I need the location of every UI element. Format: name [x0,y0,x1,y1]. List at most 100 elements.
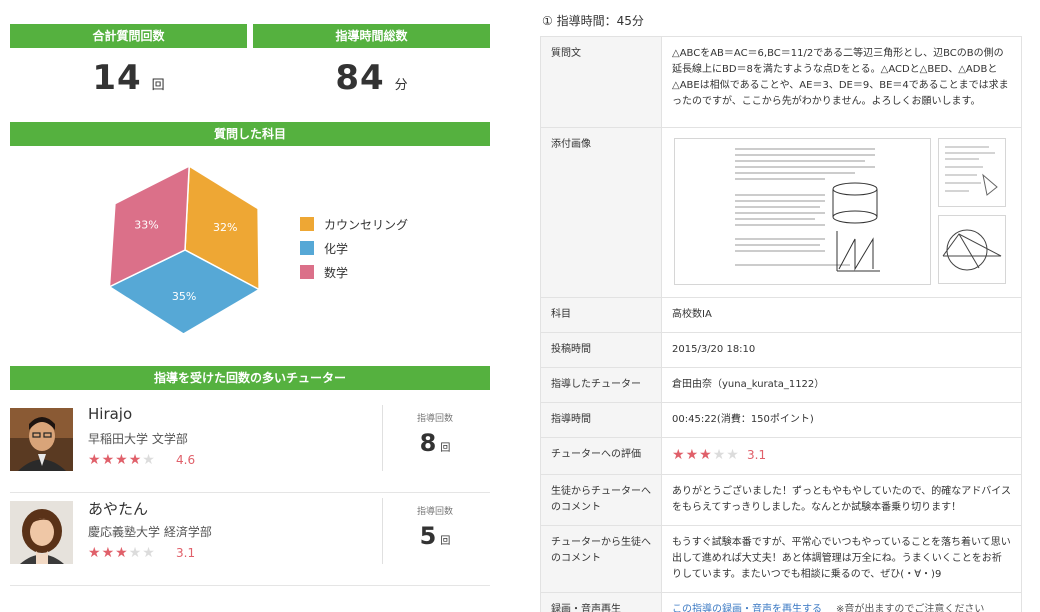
stats-panel: 合計質問回数 指導時間総数 14 回 84 分 質問した科目 32% 35% 33% カ… [10,0,490,612]
detail-row-subject: 科目 高校数ⅠA [540,297,1022,333]
divider [382,405,383,471]
tutor-comment: もうすぐ試験本番ですが、平常心でいつもやっていることを落ち着いて思い出して進めれ… [661,525,1022,593]
session-count-value: 5 [419,522,437,550]
detail-row-time: 指導時間 00:45:22(消費：150ポイント) [540,402,1022,438]
detail-row-attachment: 添付画像 [540,127,1022,298]
detail-row-student-comment: 生徒からチューターへのコメント ありがとうございました！ずっともやもやしていたの… [540,474,1022,526]
session-detail-panel: ① 指導時間：45分 質問文 △ABCをAB＝AC＝6,BC＝11/2である二等… [540,0,1022,612]
tutor-label: 指導したチューター [540,367,662,403]
total-questions-unit: 回 [151,78,165,93]
subject-value: 高校数ⅠA [661,297,1022,333]
legend-item-math: 数学 [300,260,408,284]
star-icon: ★ [115,545,129,561]
total-minutes-stat: 84 分 [253,58,490,108]
subjects-header: 質問した科目 [10,122,490,146]
tutor-avatar[interactable] [10,408,73,471]
tutor-school: 慶応義塾大学 経済学部 [88,525,212,539]
tutor-rating-stars: ★★★★★ [88,452,156,468]
star-icon: ★ [685,447,700,463]
star-icon: ★ [88,452,102,468]
attachment-image-thumb-1[interactable] [938,138,1006,207]
replay-cell: この指導の録画・音声を再生する ※音が出ますのでご注意ください [661,592,1022,612]
tutor-avatar[interactable] [10,501,73,564]
legend-swatch [300,265,314,279]
legend-item-chemistry: 化学 [300,236,408,260]
replay-link[interactable]: この指導の録画・音声を再生する [672,604,822,612]
attachment-images [661,127,1022,298]
star-icon: ★ [101,452,116,468]
total-minutes-unit: 分 [394,78,408,93]
posted-label: 投稿時間 [540,332,662,368]
attachment-image-thumb-2[interactable] [938,215,1006,284]
star-icon: ★ [142,545,156,561]
star-icon: ★ [712,447,727,463]
star-icon: ★ [128,545,143,561]
session-count-unit: 回 [440,536,451,547]
star-icon: ★ [88,545,102,561]
student-comment: ありがとうございました！ずっともやもやしていたので、的確なアドバイスをもらえてす… [661,474,1022,526]
star-icon: ★ [101,545,116,561]
tutor-card[interactable]: Hirajo 早稲田大学 文学部 ★★★★★ 4.6 指導回数 8回 [10,405,490,493]
tutor-rating-value: 4.6 [176,453,196,467]
total-questions-stat: 14 回 [10,58,247,108]
detail-row-tutor-comment: チューターから生徒へのコメント もうすぐ試験本番ですが、平常心でいつもやっている… [540,525,1022,593]
tutor-comment-label: チューターから生徒へのコメント [540,525,662,593]
attachment-image-main[interactable] [674,138,931,285]
subjects-legend: カウンセリング 化学 数学 [300,212,408,284]
tutor-name[interactable]: あやたん [88,498,148,519]
legend-label: 化学 [324,241,349,256]
pie-slice-label: 33% [134,219,158,232]
legend-swatch [300,217,314,231]
tutor-name[interactable]: Hirajo [88,405,132,423]
star-icon: ★ [699,447,713,463]
detail-row-question: 質問文 △ABCをAB＝AC＝6,BC＝11/2である二等辺三角形とし、辺BCの… [540,36,1022,128]
time-label: 指導時間 [540,402,662,438]
pie-slice-label: 35% [172,290,196,303]
session-count-unit: 回 [440,443,451,454]
rating-cell: ★★★★★ 3.1 [661,437,1022,475]
total-questions-value: 14 [92,58,142,98]
total-questions-header: 合計質問回数 [10,24,247,48]
legend-swatch [300,241,314,255]
detail-row-replay: 録画・音声再生 この指導の録画・音声を再生する ※音が出ますのでご注意ください [540,592,1022,612]
rating-value: 3.1 [747,448,767,462]
star-icon: ★ [142,452,156,468]
question-label: 質問文 [540,36,662,128]
subject-label: 科目 [540,297,662,333]
total-minutes-value: 84 [335,58,385,98]
time-value: 00:45:22(消費：150ポイント) [661,402,1022,438]
detail-row-tutor: 指導したチューター 倉田由奈（yuna_kurata_1122） [540,367,1022,403]
star-icon: ★ [115,452,129,468]
question-text: △ABCをAB＝AC＝6,BC＝11/2である二等辺三角形とし、辺BCのBの側の… [661,36,1022,128]
tutor-school: 早稲田大学 文学部 [88,432,188,446]
star-icon: ★ [128,452,143,468]
subjects-pie-chart: 32% 35% 33% [107,165,261,335]
star-icon: ★ [672,447,686,463]
session-count-label: 指導回数 [416,414,453,424]
posted-value: 2015/3/20 18:10 [661,332,1022,368]
tutor-card[interactable]: あやたん 慶応義塾大学 経済学部 ★★★★★ 3.1 指導回数 5回 [10,498,490,586]
rating-stars: ★★★★★ [672,447,740,463]
tutor-rating-stars: ★★★★★ [88,545,156,561]
total-minutes-header: 指導時間総数 [253,24,490,48]
session-detail-table: 質問文 △ABCをAB＝AC＝6,BC＝11/2である二等辺三角形とし、辺BCの… [540,36,1022,612]
top-tutors-header: 指導を受けた回数の多いチューター [10,366,490,390]
divider [382,498,383,564]
detail-row-posted: 投稿時間 2015/3/20 18:10 [540,332,1022,368]
legend-label: カウンセリング [324,217,409,232]
replay-note: ※音が出ますのでご注意ください [836,604,985,612]
student-comment-label: 生徒からチューターへのコメント [540,474,662,526]
replay-label: 録画・音声再生 [540,592,662,612]
session-count-label: 指導回数 [416,507,453,517]
pie-slice-label: 32% [213,221,237,234]
tutor-rating-value: 3.1 [176,546,196,560]
tutor-value: 倉田由奈（yuna_kurata_1122） [661,367,1022,403]
session-count-value: 8 [419,429,437,457]
session-title: ① 指導時間：45分 [542,14,644,28]
session-count: 8回 [400,429,470,457]
legend-label: 数学 [324,265,349,280]
session-count: 5回 [400,522,470,550]
rating-label: チューターへの評価 [540,437,662,475]
legend-item-counseling: カウンセリング [300,212,408,236]
detail-row-rating: チューターへの評価 ★★★★★ 3.1 [540,437,1022,475]
